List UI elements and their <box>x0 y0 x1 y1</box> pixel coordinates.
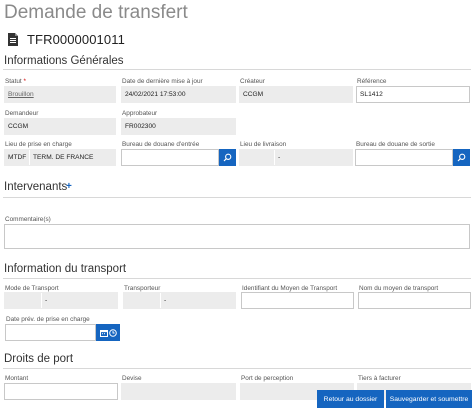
page-title: Demande de transfert <box>4 2 188 23</box>
section-title-intervenants: Intervenants <box>4 181 68 193</box>
comment-textarea[interactable] <box>4 224 470 249</box>
identifiant-transport-label: Identifiant du Moyen de Transport <box>242 285 338 292</box>
lieu-livraison-code <box>240 150 274 165</box>
createur-label: Créateur <box>240 78 265 85</box>
date-maj-label: Date de dernière mise à jour <box>122 78 203 85</box>
search-icon <box>457 153 466 162</box>
devise-field[interactable] <box>121 383 236 400</box>
montant-input[interactable] <box>4 383 118 400</box>
mode-transport-code <box>5 293 41 308</box>
back-to-file-button[interactable]: Retour au dossier <box>317 390 384 408</box>
nom-moyen-label: Nom du moyen de transport <box>359 285 439 292</box>
statut-label: Statut * <box>5 78 26 85</box>
document-icon <box>8 33 18 46</box>
bureau-entree-input[interactable] <box>121 149 219 166</box>
identifiant-transport-input[interactable] <box>241 292 354 309</box>
section-title-transport: Information du transport <box>4 263 127 275</box>
lieu-livraison-name: - <box>275 150 352 165</box>
save-submit-button[interactable]: Sauvegarder et soumettre <box>386 390 472 408</box>
section-title-droits: Droits de port <box>4 353 74 365</box>
bureau-sortie-label: Bureau de douane de sortie <box>356 141 435 148</box>
nom-moyen-input[interactable] <box>358 292 471 309</box>
demandeur-label: Demandeur <box>5 110 39 117</box>
lieu-prise-label: Lieu de prise en charge <box>5 141 72 148</box>
devise-label: Devise <box>122 375 142 382</box>
reference-input[interactable]: SL1412 <box>356 86 470 103</box>
approbateur-field: FR002300 <box>121 118 236 135</box>
section-title-general: Informations Générales <box>4 55 124 67</box>
document-number: TFR0000001011 <box>27 32 125 47</box>
approbateur-label: Approbateur <box>122 110 158 117</box>
reference-label: Référence <box>357 78 387 85</box>
calendar-icon <box>99 329 108 337</box>
transporteur-name: - <box>161 293 235 308</box>
search-icon <box>223 153 232 162</box>
date-prev-input[interactable] <box>5 324 96 341</box>
montant-label: Montant <box>5 375 29 382</box>
port-perception-label: Port de perception <box>241 375 294 382</box>
mode-transport-field[interactable]: - <box>4 292 118 309</box>
section-divider <box>3 69 471 70</box>
add-intervenant-button[interactable]: + <box>66 181 72 192</box>
plus-icon: + <box>66 181 72 192</box>
date-maj-field: 24/02/2021 17:53:00 <box>121 86 236 103</box>
bureau-sortie-search-button[interactable] <box>453 149 470 166</box>
date-prev-label: Date prév. de prise en charge <box>6 316 90 323</box>
section-divider <box>3 278 471 279</box>
transporteur-code <box>124 293 160 308</box>
statut-field[interactable]: Brouillon <box>4 86 116 103</box>
mode-transport-name: - <box>42 293 117 308</box>
lieu-prise-code: MTDF <box>5 150 29 165</box>
transporteur-field[interactable]: - <box>123 292 236 309</box>
mode-transport-label: Mode de Transport <box>5 285 59 292</box>
createur-field: CCGM <box>239 86 353 103</box>
demandeur-field: CCGM <box>4 118 116 135</box>
clock-icon <box>108 328 117 337</box>
lieu-prise-name: TERM. DE FRANCE <box>30 150 115 165</box>
transporteur-label: Transporteur <box>124 285 161 292</box>
bureau-entree-label: Bureau de douane d'entrée <box>122 141 200 148</box>
section-divider <box>3 368 471 369</box>
document-line: TFR0000001011 <box>8 32 125 47</box>
comment-label: Commentaire(s) <box>5 216 51 223</box>
tiers-facturer-label: Tiers à facturer <box>358 375 401 382</box>
bureau-entree-search-button[interactable] <box>219 149 236 166</box>
lieu-prise-field[interactable]: MTDF TERM. DE FRANCE <box>4 149 116 166</box>
lieu-livraison-label: Lieu de livraison <box>240 141 287 148</box>
lieu-livraison-field[interactable]: - <box>239 149 353 166</box>
date-picker-button[interactable] <box>96 324 120 341</box>
bureau-sortie-input[interactable] <box>355 149 453 166</box>
section-divider <box>3 197 471 198</box>
